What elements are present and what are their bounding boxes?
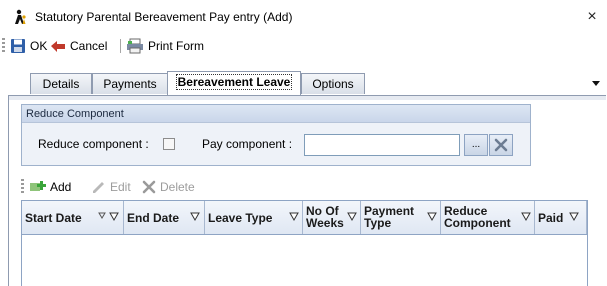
tab-menu-dropdown-icon[interactable] — [591, 78, 601, 88]
cancel-button[interactable]: Cancel — [50, 36, 107, 56]
tab-bereavement-leave[interactable]: Bereavement Leave — [167, 71, 301, 95]
filter-icon[interactable] — [289, 212, 299, 222]
delete-button[interactable]: Delete — [141, 178, 195, 196]
column-header-no-of-weeks[interactable]: No Of Weeks — [303, 201, 361, 234]
column-header-end-date[interactable]: End Date — [124, 201, 205, 234]
add-button[interactable]: Add — [29, 178, 71, 196]
tab-details-label: Details — [42, 77, 80, 91]
pay-component-label: Pay component : — [202, 137, 293, 151]
pay-component-browse-button[interactable]: ... — [464, 134, 488, 156]
main-toolbar: OK Cancel Print Form — [0, 34, 607, 58]
leave-grid-body[interactable] — [21, 235, 588, 286]
pay-component-clear-button[interactable] — [489, 134, 513, 156]
tab-payments[interactable]: Payments — [92, 73, 168, 94]
column-header-paid[interactable]: Paid — [535, 201, 587, 234]
panel-top-border — [9, 96, 606, 100]
add-icon — [30, 181, 46, 191]
save-icon — [11, 39, 25, 53]
close-button[interactable]: × — [583, 6, 601, 28]
edit-button[interactable]: Edit — [91, 178, 131, 196]
reduce-component-group: Reduce Component Reduce component : Pay … — [21, 104, 531, 166]
tab-strip: Details Payments Bereavement Leave Optio… — [0, 58, 607, 96]
tab-details[interactable]: Details — [30, 73, 92, 94]
leave-grid-header: Start Date End Date Leave Type No Of Wee… — [21, 200, 588, 235]
sort-indicator-icon — [98, 212, 106, 219]
reduce-component-label: Reduce component : — [38, 137, 149, 151]
delete-label: Delete — [160, 180, 195, 194]
column-label: Paid — [538, 211, 564, 225]
column-header-start-date[interactable]: Start Date — [22, 201, 124, 234]
filter-icon[interactable] — [427, 212, 437, 222]
column-label: Leave Type — [208, 211, 273, 225]
delete-x-icon — [142, 180, 156, 194]
tab-bereavement-leave-label: Bereavement Leave — [175, 74, 293, 90]
ok-label: OK — [30, 39, 48, 53]
grid-toolbar-grip[interactable] — [21, 179, 24, 195]
add-label: Add — [50, 180, 72, 194]
filter-icon[interactable] — [190, 212, 200, 222]
reduce-component-checkbox[interactable] — [163, 138, 175, 150]
column-label-line2: Component — [444, 216, 511, 230]
back-arrow-icon — [51, 41, 65, 52]
column-label: End Date — [127, 211, 180, 225]
filter-icon[interactable] — [569, 212, 579, 222]
window-title: Statutory Parental Bereavement Pay entry… — [35, 10, 293, 24]
column-header-payment-type[interactable]: Payment Type — [361, 201, 441, 234]
grid-toolbar: Add Edit Delete — [21, 176, 588, 198]
group-header: Reduce Component — [22, 105, 530, 123]
column-label: Start Date — [25, 211, 82, 225]
filter-icon[interactable] — [347, 212, 357, 222]
print-form-label: Print Form — [148, 39, 205, 53]
ok-button[interactable]: OK — [10, 36, 47, 56]
tab-options-label: Options — [312, 77, 354, 91]
cancel-label: Cancel — [70, 39, 108, 53]
tab-payments-label: Payments — [103, 77, 157, 91]
filter-icon[interactable] — [109, 212, 119, 222]
column-label-line2: Weeks — [306, 216, 344, 230]
filter-icon[interactable] — [521, 212, 531, 222]
pay-component-field[interactable] — [304, 134, 460, 156]
family-icon — [15, 9, 26, 24]
edit-label: Edit — [110, 180, 131, 194]
toolbar-grip[interactable] — [2, 38, 5, 54]
toolbar-separator — [120, 39, 121, 53]
clear-x-icon — [494, 138, 508, 152]
print-icon — [127, 38, 143, 54]
column-label-line2: Type — [364, 216, 392, 230]
column-header-reduce-component[interactable]: Reduce Component — [441, 201, 535, 234]
print-form-button[interactable]: Print Form — [126, 36, 204, 56]
title-bar: Statutory Parental Bereavement Pay entry… — [0, 0, 607, 34]
column-header-leave-type[interactable]: Leave Type — [205, 201, 303, 234]
edit-pencil-icon — [93, 182, 104, 193]
tab-options[interactable]: Options — [301, 73, 365, 94]
